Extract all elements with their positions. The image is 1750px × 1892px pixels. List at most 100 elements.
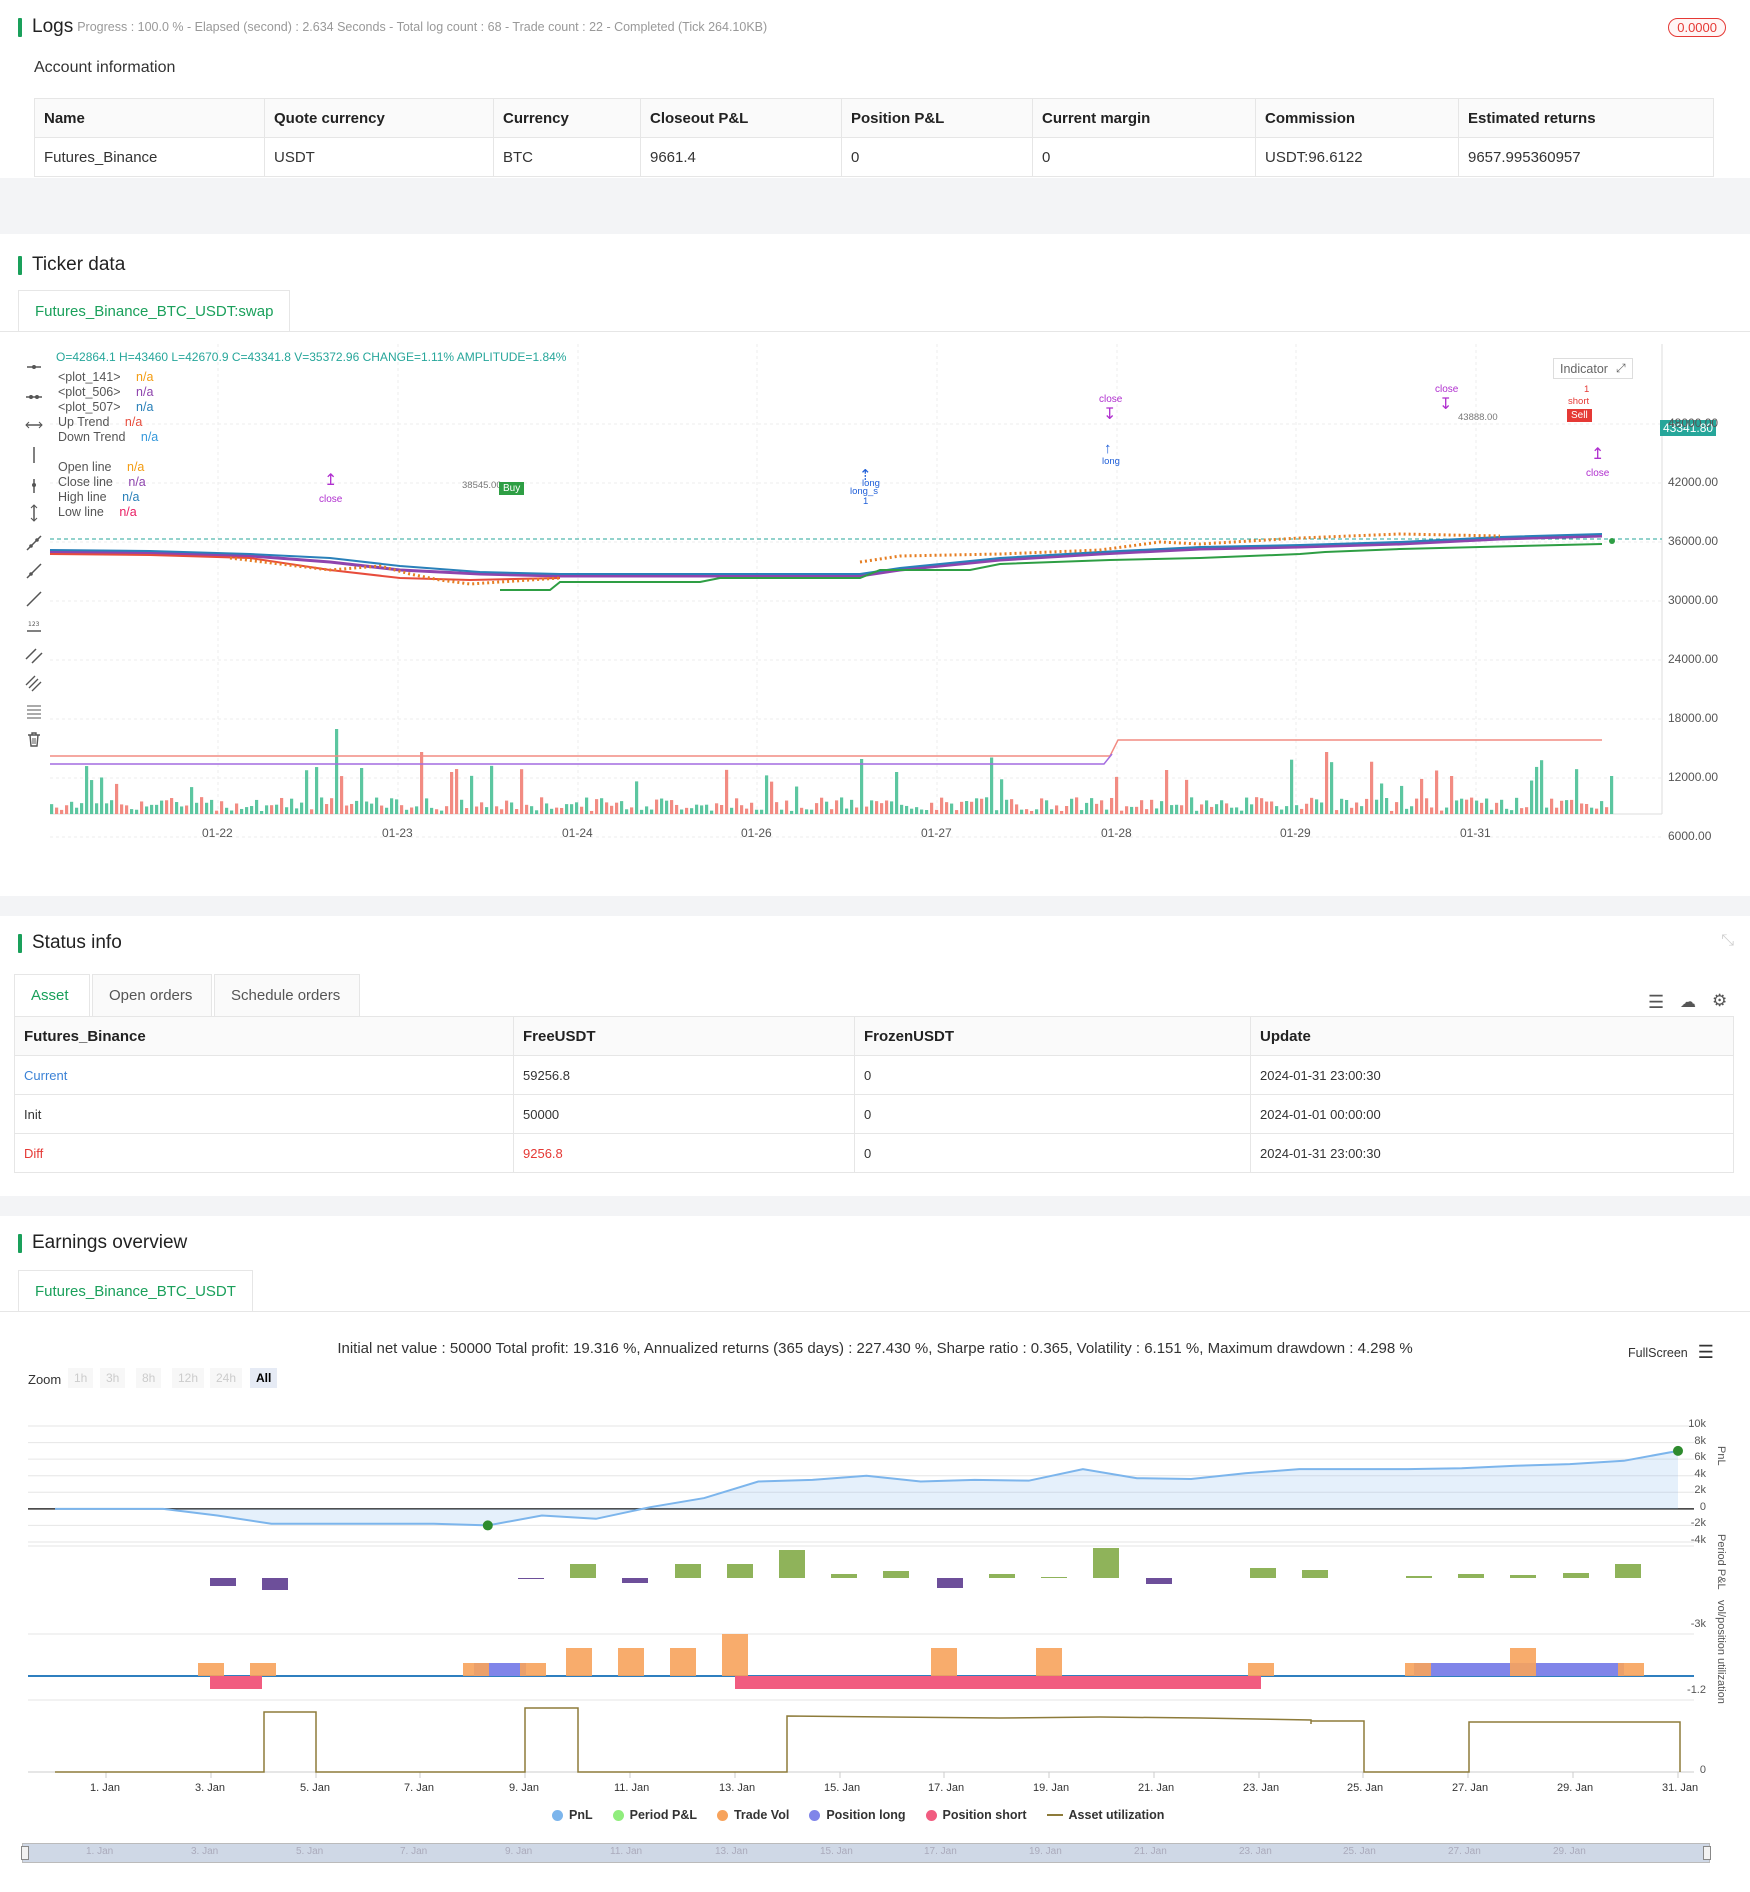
- volume-bar: [525, 805, 528, 814]
- volume-bar: [1415, 799, 1418, 814]
- legend-item[interactable]: PnL: [552, 1808, 593, 1822]
- tab-earnings-symbol[interactable]: Futures_Binance_BTC_USDT: [18, 1270, 253, 1312]
- volume-bar: [345, 806, 348, 814]
- period-pnl-bar: [1302, 1570, 1328, 1578]
- navigator-tick: 29. Jan: [1553, 1846, 1586, 1857]
- volume-bar: [1305, 804, 1308, 814]
- axis-label: vol/position: [1715, 1600, 1727, 1655]
- legend-item[interactable]: Asset utilization: [1047, 1808, 1165, 1822]
- col-currency: Currency: [494, 99, 641, 138]
- volume-bar: [845, 809, 848, 814]
- trade-vol-bar: [1248, 1663, 1274, 1676]
- navigator-handle-left[interactable]: [21, 1846, 29, 1860]
- tab-ticker-symbol[interactable]: Futures_Binance_BTC_USDT:swap: [18, 290, 290, 332]
- period-pnl-bar: [883, 1571, 909, 1578]
- navigator-tick: 1. Jan: [86, 1846, 113, 1857]
- status-title: Status info: [18, 932, 122, 954]
- volume-bar: [550, 809, 553, 814]
- volume-bar: [1590, 808, 1593, 814]
- volume-bar: [325, 804, 328, 814]
- volume-bar: [975, 798, 978, 814]
- legend-item[interactable]: Period P&L: [613, 1808, 697, 1822]
- volume-bar: [435, 809, 438, 814]
- zoom-option-12h[interactable]: 12h: [172, 1368, 204, 1388]
- volume-bar: [1065, 806, 1068, 814]
- annotation-long-2: long: [1102, 456, 1120, 467]
- zoom-option-8h[interactable]: 8h: [136, 1368, 161, 1388]
- collapse-icon[interactable]: ⤡: [1721, 932, 1734, 950]
- volume-bar: [1375, 800, 1378, 814]
- tab-open-orders[interactable]: Open orders: [92, 974, 212, 1016]
- volume-bar: [1545, 808, 1548, 814]
- volume-bar: [1540, 760, 1543, 814]
- volume-bar: [635, 781, 638, 814]
- legend-item[interactable]: Trade Vol: [717, 1808, 789, 1822]
- expand-icon[interactable]: ⤢: [1616, 361, 1626, 376]
- list-icon[interactable]: ☰: [1648, 992, 1664, 1013]
- trade-vol-bar: [931, 1648, 957, 1676]
- cell-currency: BTC: [494, 138, 641, 177]
- volume-bar: [120, 804, 123, 814]
- zoom-option-24h[interactable]: 24h: [210, 1368, 242, 1388]
- volume-bar: [450, 772, 453, 814]
- volume-bar: [260, 811, 263, 814]
- volume-bar: [220, 801, 223, 814]
- legend-name: High line: [58, 490, 107, 504]
- volume-bar: [960, 802, 963, 814]
- legend-name: Low line: [58, 505, 104, 519]
- volume-bar: [55, 808, 58, 814]
- period-pnl-bar: [675, 1564, 701, 1578]
- volume-bar: [1605, 807, 1608, 814]
- volume-bar: [1075, 797, 1078, 814]
- account-table: Name Quote currency Currency Closeout P&…: [34, 98, 1714, 177]
- indicator-button[interactable]: Indicator ⤢: [1553, 358, 1633, 379]
- col-closeout-pnl: Closeout P&L: [641, 99, 842, 138]
- volume-bar: [805, 809, 808, 814]
- fullscreen-button[interactable]: FullScreen ☰: [1628, 1342, 1714, 1363]
- tab-asset[interactable]: Asset: [14, 974, 90, 1016]
- volume-bar: [535, 810, 538, 814]
- navigator-tick: 23. Jan: [1239, 1846, 1272, 1857]
- cell-current-update: 2024-01-31 23:00:30: [1251, 1056, 1734, 1095]
- gear-icon[interactable]: ⚙: [1712, 991, 1727, 1011]
- pnl-tick-label: -2k: [1682, 1517, 1706, 1529]
- volume-bar: [130, 809, 133, 814]
- earnings-marks: [55, 1446, 1683, 1772]
- volume-bar: [230, 810, 233, 814]
- zoom-option-1h[interactable]: 1h: [68, 1368, 93, 1388]
- period-pnl-bar: [1458, 1574, 1484, 1578]
- legend-item: Down Trend n/a: [58, 430, 158, 444]
- volume-bar: [560, 808, 563, 814]
- volume-bar: [725, 770, 728, 814]
- menu-icon[interactable]: ☰: [1698, 1342, 1714, 1363]
- volume-bar: [1195, 811, 1198, 814]
- volume-bar: [1580, 803, 1583, 814]
- earnings-chart[interactable]: [0, 1396, 1750, 1866]
- volume-bar: [625, 809, 628, 814]
- legend-item[interactable]: Position long: [809, 1808, 905, 1822]
- volume-bar: [425, 798, 428, 814]
- tab-schedule-orders[interactable]: Schedule orders: [214, 974, 360, 1016]
- zoom-option-3h[interactable]: 3h: [100, 1368, 125, 1388]
- zoom-option-All[interactable]: All: [250, 1368, 277, 1388]
- volume-bar: [410, 807, 413, 814]
- volume-bar: [270, 805, 273, 814]
- navigator-handle-right[interactable]: [1703, 1846, 1711, 1860]
- volume-bar: [640, 810, 643, 814]
- cell-closeout-pnl: 9661.4: [641, 138, 842, 177]
- legend-item[interactable]: Position short: [926, 1808, 1027, 1822]
- volume-bar: [60, 810, 63, 814]
- volume-bar: [1595, 809, 1598, 814]
- ticker-title: Ticker data: [18, 254, 125, 276]
- volume-bar: [335, 729, 338, 814]
- legend-value: n/a: [121, 415, 142, 429]
- table-row: Diff 9256.8 0 2024-01-31 23:00:30: [15, 1134, 1734, 1173]
- trade-vol-bar: [520, 1663, 546, 1676]
- volume-bar: [750, 803, 753, 814]
- position-short-bar: [735, 1676, 1261, 1689]
- ticker-title-text: Ticker data: [32, 254, 125, 276]
- volume-bar: [835, 800, 838, 814]
- volume-bar: [1000, 779, 1003, 814]
- cloud-icon[interactable]: ☁: [1680, 992, 1696, 1012]
- volume-bar: [1350, 808, 1353, 814]
